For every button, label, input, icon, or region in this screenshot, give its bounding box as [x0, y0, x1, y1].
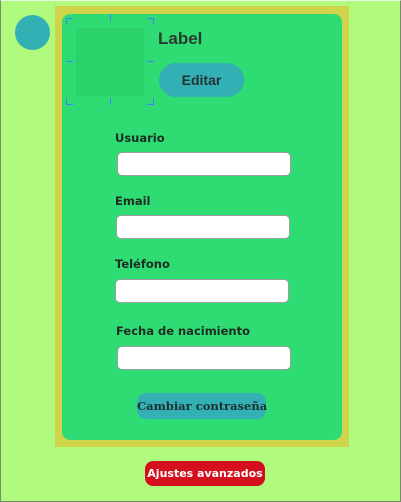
phone-label: Teléfono — [115, 257, 170, 271]
email-label: Email — [115, 194, 151, 208]
resize-handle-bottom-left[interactable] — [66, 104, 73, 105]
resize-handle-top-right-v[interactable] — [153, 18, 154, 25]
phone-input[interactable] — [115, 279, 289, 303]
resize-handle-bottom-left-v[interactable] — [66, 98, 67, 105]
advanced-settings-button[interactable]: Ajustes avanzados — [145, 461, 265, 486]
birthdate-input[interactable] — [117, 346, 291, 370]
resize-handle-top-left-v[interactable] — [66, 18, 67, 25]
profile-label: Label — [158, 29, 203, 48]
edit-button[interactable]: Editar — [159, 63, 244, 97]
resize-handle-left[interactable] — [66, 61, 73, 62]
avatar[interactable] — [15, 15, 50, 50]
resize-handle-bottom[interactable] — [110, 98, 111, 105]
birthdate-label: Fecha de nacimiento — [116, 324, 251, 338]
username-input[interactable] — [117, 152, 291, 176]
username-label: Usuario — [115, 131, 165, 145]
resize-handle-top[interactable] — [110, 14, 111, 21]
email-input[interactable] — [116, 215, 290, 239]
resize-handle-bottom-right-v[interactable] — [153, 98, 154, 105]
resize-handle-right[interactable] — [147, 61, 154, 62]
resize-handle-top-left[interactable] — [66, 18, 73, 19]
change-password-button[interactable]: Cambiar contraseña — [137, 393, 267, 419]
profile-image-placeholder[interactable] — [76, 28, 144, 96]
